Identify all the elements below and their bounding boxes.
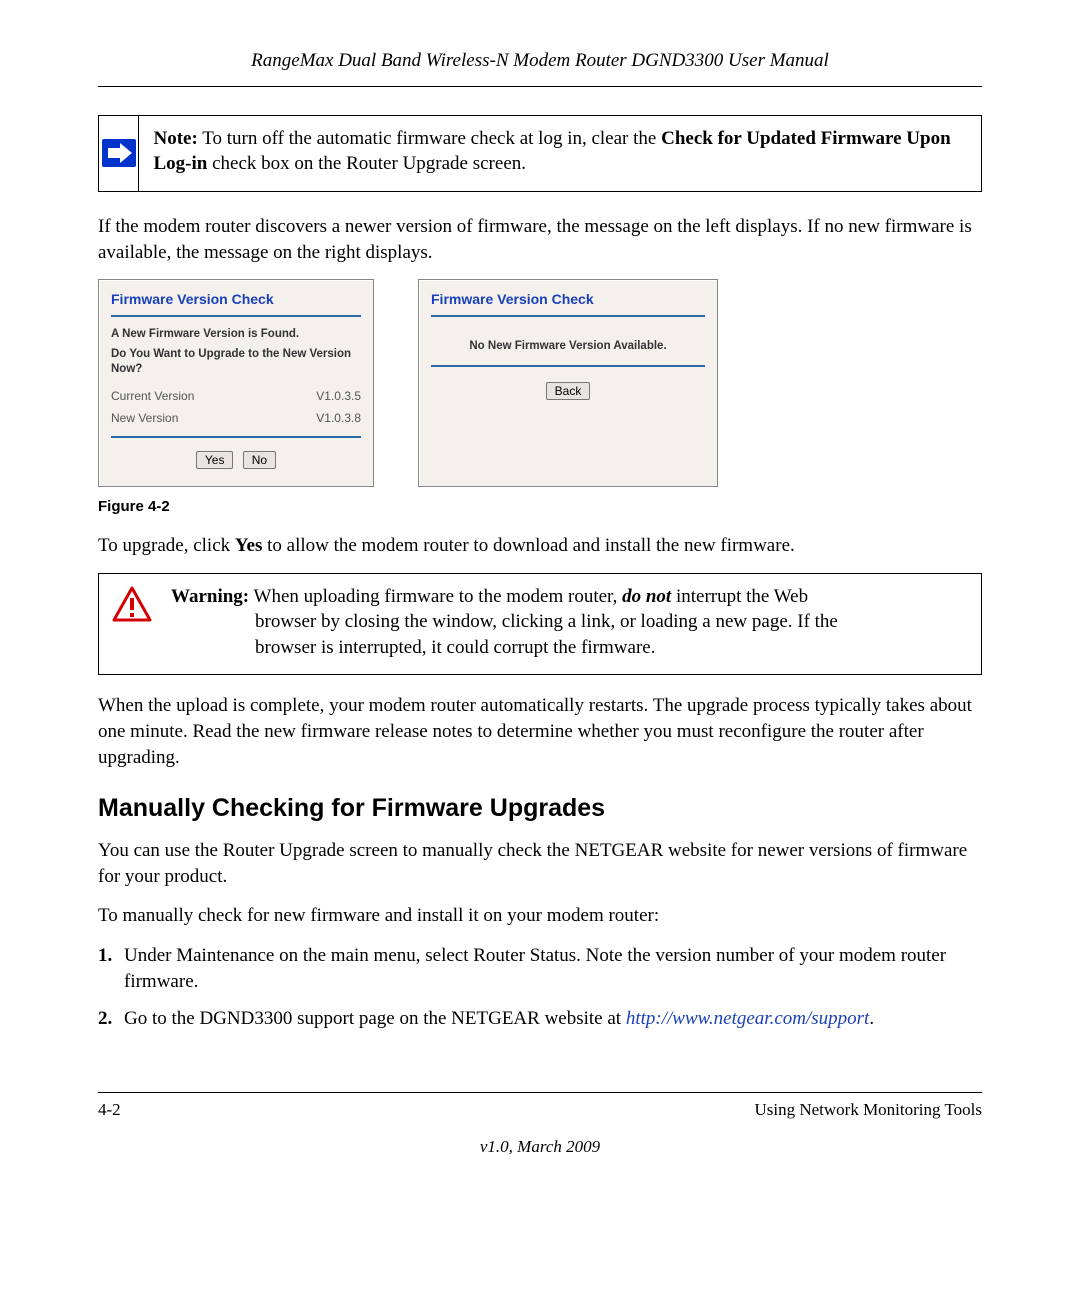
warning-line3: browser is interrupted, it could corrupt… <box>171 635 838 661</box>
warning-icon-cell <box>99 574 165 675</box>
upgrade-paragraph: To upgrade, click Yes to allow the modem… <box>98 533 982 559</box>
warning-line1a: When uploading firmware to the modem rou… <box>249 586 622 607</box>
warning-text: Warning: When uploading firmware to the … <box>165 574 852 675</box>
dialog-title: Firmware Version Check <box>111 290 361 309</box>
steps-list: Under Maintenance on the main menu, sele… <box>98 943 982 1032</box>
current-version-value: V1.0.3.5 <box>316 388 361 404</box>
footer-section-title: Using Network Monitoring Tools <box>754 1099 982 1122</box>
note-text: Note: To turn off the automatic firmware… <box>139 116 981 191</box>
upgrade-question: Do You Want to Upgrade to the New Versio… <box>111 347 361 378</box>
intro-paragraph: If the modem router discovers a newer ve… <box>98 214 982 265</box>
dialog-button-row: Back <box>431 377 705 403</box>
footer-row: 4-2 Using Network Monitoring Tools <box>98 1099 982 1122</box>
firmware-check-none-dialog: Firmware Version Check No New Firmware V… <box>418 279 718 486</box>
page-header-title: RangeMax Dual Band Wireless-N Modem Rout… <box>98 48 982 74</box>
note-icon-cell <box>99 116 139 191</box>
arrow-right-icon <box>102 139 136 167</box>
note-label: Note: <box>153 128 197 149</box>
footer-divider <box>98 1092 982 1093</box>
footer-version: v1.0, March 2009 <box>98 1136 982 1159</box>
upload-complete-paragraph: When the upload is complete, your modem … <box>98 693 982 770</box>
dialog-divider <box>111 315 361 317</box>
yes-button[interactable]: Yes <box>196 451 234 469</box>
warning-line2: browser by closing the window, clicking … <box>171 609 838 635</box>
current-version-label: Current Version <box>111 388 194 404</box>
no-firmware-message: No New Firmware Version Available. <box>431 339 705 355</box>
page-number: 4-2 <box>98 1099 121 1122</box>
dialog-divider <box>431 365 705 367</box>
warning-triangle-icon <box>112 586 152 622</box>
warning-donot: do not <box>622 586 671 607</box>
dialog-divider <box>431 315 705 317</box>
no-button[interactable]: No <box>243 451 276 469</box>
step-1: Under Maintenance on the main menu, sele… <box>98 943 982 994</box>
header-divider <box>98 86 982 87</box>
section-heading-manual-check: Manually Checking for Firmware Upgrades <box>98 792 982 826</box>
back-button[interactable]: Back <box>546 382 591 400</box>
step-2-text-b: . <box>869 1008 874 1029</box>
new-version-value: V1.0.3.8 <box>316 410 361 426</box>
manual-intro-paragraph: You can use the Router Upgrade screen to… <box>98 838 982 889</box>
manual-lead-paragraph: To manually check for new firmware and i… <box>98 903 982 929</box>
dialog-button-row: Yes No <box>111 436 361 472</box>
upgrade-text-after: to allow the modem router to download an… <box>262 535 794 556</box>
current-version-row: Current Version V1.0.3.5 <box>111 388 361 404</box>
warning-label: Warning: <box>171 586 249 607</box>
support-link[interactable]: http://www.netgear.com/support <box>626 1008 869 1029</box>
note-text-2: check box on the Router Upgrade screen. <box>207 153 526 174</box>
new-version-label: New Version <box>111 410 178 426</box>
found-message: A New Firmware Version is Found. <box>111 327 361 343</box>
step-2-text-a: Go to the DGND3300 support page on the N… <box>124 1008 626 1029</box>
note-text-1: To turn off the automatic firmware check… <box>198 128 661 149</box>
figure-caption: Figure 4-2 <box>98 497 982 517</box>
upgrade-text-before: To upgrade, click <box>98 535 235 556</box>
new-version-row: New Version V1.0.3.8 <box>111 410 361 426</box>
dialog-title: Firmware Version Check <box>431 290 705 309</box>
warning-line1b: interrupt the Web <box>671 586 808 607</box>
warning-callout: Warning: When uploading firmware to the … <box>98 573 982 676</box>
note-callout: Note: To turn off the automatic firmware… <box>98 115 982 192</box>
figure-row: Firmware Version Check A New Firmware Ve… <box>98 279 982 486</box>
upgrade-yes-bold: Yes <box>235 535 262 556</box>
step-2: Go to the DGND3300 support page on the N… <box>98 1006 982 1032</box>
firmware-check-found-dialog: Firmware Version Check A New Firmware Ve… <box>98 279 374 486</box>
